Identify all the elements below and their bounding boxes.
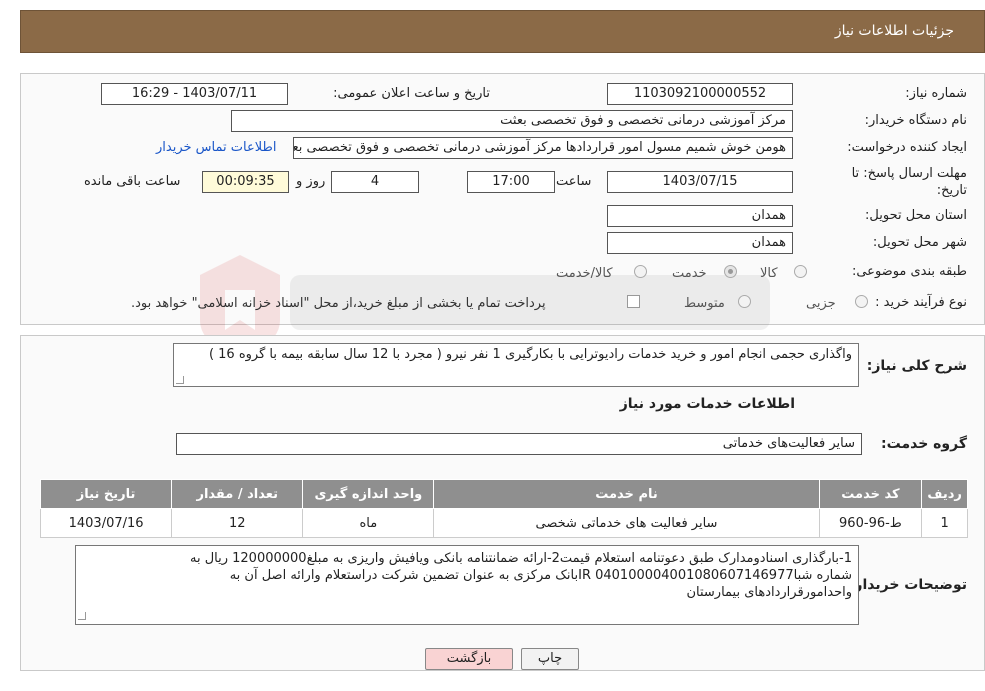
process-option-minor: جزیی [806,296,836,311]
cell-service-name: سایر فعالیت های خدماتی شخصی [433,508,820,538]
buyer-notes-textarea: 1-بارگذاری اسنادومدارک طبق دعوتنامه استع… [75,545,859,625]
treasury-checkbox[interactable] [627,295,640,308]
table-row: 1 ط-96-960 سایر فعالیت های خدماتی شخصی م… [39,508,968,538]
buyer-org-label: نام دستگاه خریدار: [864,113,967,128]
buyer-notes-line-1: 1-بارگذاری اسنادومدارک طبق دعوتنامه استع… [189,551,852,566]
city-label: شهر محل تحویل: [872,235,967,250]
remaining-time-field: 00:09:35 [202,171,289,193]
deadline-label: مهلت ارسال پاسخ: تا تاریخ: [851,166,967,198]
creator-field: هومن خوش شمیم مسول امور قراردادها مرکز آ… [293,137,793,159]
category-radio-goods[interactable] [794,265,807,278]
announce-date-field: 1403/07/11 - 16:29 [101,83,288,105]
col-header-quantity: تعداد / مقدار [171,479,304,509]
days-label: روز و [296,174,326,189]
table-header-row: ردیف کد خدمت نام خدمت واحد اندازه گیری ت… [39,479,968,509]
city-field: همدان [607,232,793,254]
creator-label: ایجاد کننده درخواست: [847,140,967,155]
buyer-org-field: مرکز آموزشی درمانی تخصصی و فوق تخصصی بعث… [231,110,793,132]
category-label: طبقه بندی موضوعی: [851,264,967,279]
treasury-note: پرداخت تمام یا بخشی از مبلغ خرید،از محل … [131,296,546,311]
deadline-date-field: 1403/07/15 [607,171,793,193]
services-section-title: اطلاعات خدمات مورد نیاز [619,396,795,412]
description-textarea: واگذاری حجمی انجام امور و خرید خدمات راد… [173,343,859,387]
process-label: نوع فرآیند خرید : [875,295,967,310]
category-option-service: خدمت [672,266,707,281]
col-header-service-code: کد خدمت [818,479,923,509]
province-label: استان محل تحویل: [865,208,967,223]
col-header-service-name: نام خدمت [433,479,820,509]
service-group-label: گروه خدمت: [881,436,967,452]
page-title: جزئیات اطلاعات نیاز [834,23,954,39]
process-option-medium: متوسط [684,296,725,311]
description-text: واگذاری حجمی انجام امور و خرید خدمات راد… [208,347,852,362]
announce-date-label: تاریخ و ساعت اعلان عمومی: [333,86,490,101]
deadline-time-field: 17:00 [467,171,555,193]
category-option-goods: کالا [760,266,778,281]
page-header: جزئیات اطلاعات نیاز [20,10,985,53]
col-header-need-date: تاریخ نیاز [39,479,173,509]
notes-resize-handle-icon[interactable] [78,612,86,620]
buyer-notes-line-3: واحدامورقراردادهای بیمارستان [686,585,852,600]
category-radio-service[interactable] [724,265,737,278]
buyer-contact-link[interactable]: اطلاعات تماس خریدار [156,140,276,155]
buyer-notes-label: توضیحات خریدار: [848,577,967,593]
cell-service-code: ط-96-960 [818,508,923,538]
service-group-field: سایر فعالیت‌های خدماتی [176,433,862,455]
cell-quantity: 12 [171,508,304,538]
need-number-label: شماره نیاز: [905,86,967,101]
need-number-field: 1103092100000552 [607,83,793,105]
cell-row-number: 1 [921,508,968,538]
buyer-notes-line-2: شماره شباIR 040100004001080607146977بانک… [229,568,852,583]
province-field: همدان [607,205,793,227]
col-header-unit: واحد اندازه گیری [302,479,435,509]
services-table: ردیف کد خدمت نام خدمت واحد اندازه گیری ت… [39,479,968,538]
category-radio-goods-service[interactable] [634,265,647,278]
print-button[interactable]: چاپ [521,648,579,670]
deadline-time-label: ساعت [556,174,592,189]
resize-handle-icon[interactable] [176,376,184,384]
days-field: 4 [331,171,419,193]
cell-need-date: 1403/07/16 [39,508,173,538]
back-button[interactable]: بازگشت [425,648,513,670]
category-option-goods-service: کالا/خدمت [556,266,613,281]
description-label: شرح کلی نیاز: [866,358,967,374]
process-radio-minor[interactable] [855,295,868,308]
cell-unit: ماه [302,508,435,538]
remaining-time-label: ساعت باقی مانده [84,174,181,189]
col-header-row-number: ردیف [921,479,968,509]
process-radio-medium[interactable] [738,295,751,308]
